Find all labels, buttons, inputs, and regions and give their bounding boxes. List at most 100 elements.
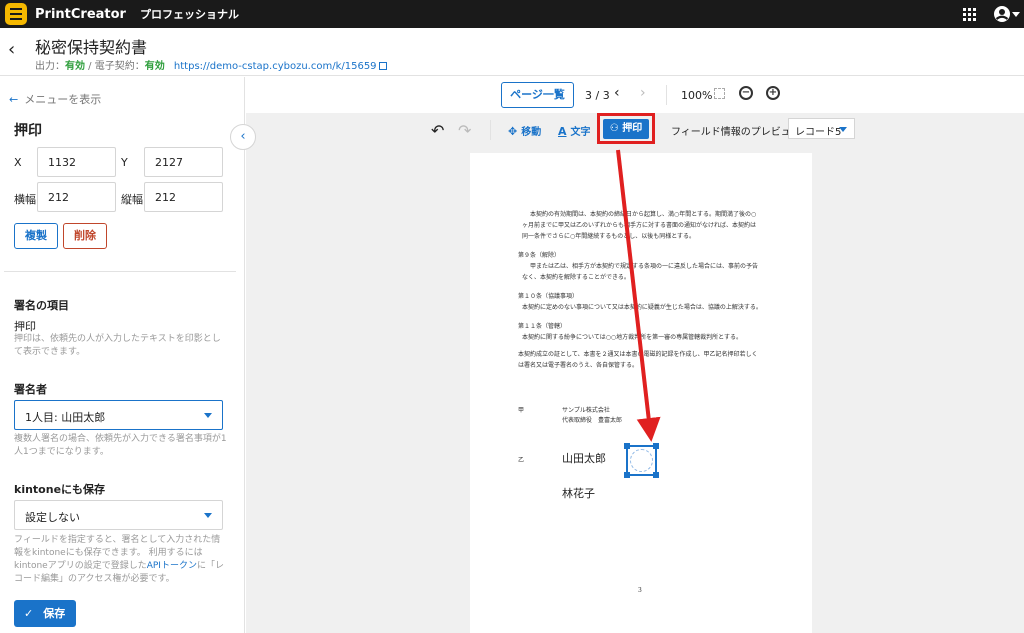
party-a-label: 甲 [518,407,525,414]
party-a-representative: 代表取締役 豊富太郎 [562,417,623,424]
doc-line: 本契約に関する紛争については○○地方裁判所を第一審の専属管轄裁判所とする。 [522,334,742,341]
api-token-link[interactable]: APIトークン [147,561,197,571]
annotation-highlight-box [597,113,655,144]
esign-status: 有効 [144,61,165,72]
y-input[interactable]: 2127 [144,147,223,177]
signer-help: 複数人署名の場合、依頼先が入力できる署名事項が1人1つまでになります。 [14,434,227,457]
collapse-panel-icon[interactable]: ‹ [230,124,256,150]
text-label: 文字 [570,127,591,138]
signature-item-help: 押印は、依頼先の人が入力したテキストを印影として表示できます。 [14,334,221,357]
properties-panel: ← メニューを表示 押印 X 1132 Y 2127 横幅 212 縦幅 212 … [0,77,245,633]
back-icon[interactable]: ‹ [8,40,26,60]
doc-line: 同一条件でさらに○年間継続するものとし、以後も同様とする。 [522,233,696,240]
signature-item-value: 押印 [14,320,36,333]
next-page-icon[interactable]: › [640,85,646,101]
kintone-help: フィールドを指定すると、署名として入力された情報をkintoneにも保存できます… [14,534,229,586]
doc-line: 第１１条（管轄） [518,323,567,330]
resize-handle[interactable] [653,443,659,449]
signer-select-value: 1人目: 山田太郎 [25,411,106,424]
field-preview-label: フィールド情報のプレビュー [671,127,801,138]
doc-line: 第１０条（協議事項） [518,293,579,300]
document-header: ‹ 秘密保持契約書 出力：有効 / 電子契約：有効 https://demo-c… [0,28,1024,76]
signer-name-2: 林花子 [562,487,595,500]
delete-button[interactable]: 削除 [63,223,107,249]
arrow-left-icon: ← [9,93,19,106]
page-list-button[interactable]: ページ一覧 [501,82,574,108]
page-toolbar: ページ一覧 3 / 3 ‹ › 100% − + [246,77,1024,113]
height-label: 縦幅 [121,193,143,206]
zoom-level: 100% [681,89,713,102]
doc-line: ヶ月前までに甲又は乙のいずれからも相手方に対する書面の通知がなければ、本契約は [522,222,757,229]
doc-line: 本契約に定めのない事項について又は本契約に疑義が生じた場合は、協議の上解決する。 [522,304,762,311]
dropdown-caret-icon [204,513,212,518]
resize-handle[interactable] [653,472,659,478]
edition-label: プロフェッショナル [139,8,239,21]
user-account-icon[interactable] [993,5,1011,23]
editor-area: ページ一覧 3 / 3 ‹ › 100% − + ↶ ↷ ✥ 移動 A 文字 ⚇ 押… [246,77,1024,633]
kintone-field-value: 設定しない [25,511,80,524]
text-icon: A [558,125,567,138]
signer-select[interactable]: 1人目: 山田太郎 [14,400,223,430]
signature-item-title: 署名の項目 [14,299,69,312]
doc-line: なく、本契約を解除することができる。 [522,274,630,281]
zoom-out-icon[interactable]: − [739,86,753,100]
move-label: 移動 [521,127,542,138]
dropdown-caret-icon [839,127,847,132]
output-status: 有効 [65,61,85,72]
text-tool[interactable]: A 文字 [558,123,591,138]
x-label: X [14,156,22,169]
kintone-save-title: kintoneにも保存 [14,483,106,496]
move-tool[interactable]: ✥ 移動 [508,123,541,138]
resize-handle[interactable] [624,472,630,478]
party-b-label: 乙 [518,457,525,464]
signer-name-1: 山田太郎 [562,452,606,465]
kintone-field-select[interactable]: 設定しない [14,500,223,530]
width-input[interactable]: 212 [37,182,116,212]
external-link-icon[interactable] [378,62,387,70]
show-menu-label: メニューを表示 [24,93,102,106]
printcreator-logo-icon [5,3,27,25]
panel-title: 押印 [14,123,42,139]
resize-handle[interactable] [624,443,630,449]
previous-page-icon[interactable]: ‹ [614,85,620,101]
move-icon: ✥ [508,125,518,138]
document-page: 本契約の有効期間は、本契約の締結日から起算し、満○年間とする。期間満了後の○ ヶ… [470,153,812,633]
signer-title: 署名者 [14,383,47,396]
doc-line: 第９条（解除） [518,252,561,259]
zoom-in-icon[interactable]: + [766,86,780,100]
doc-line: は署名又は電子署名のうえ、各自保管する。 [518,362,639,369]
record-select[interactable]: レコード5 [788,118,855,139]
divider [666,85,667,105]
height-input[interactable]: 212 [144,182,223,212]
document-title: 秘密保持契約書 [35,38,148,57]
brand-name: PrintCreator [35,6,126,22]
fit-to-screen-icon[interactable] [714,88,725,99]
stamp-circle-icon [630,449,653,472]
stamp-placeholder[interactable] [624,443,659,478]
show-menu-link[interactable]: ← メニューを表示 [9,91,101,107]
dropdown-caret-icon [204,413,212,418]
x-input[interactable]: 1132 [37,147,116,177]
apps-grid-icon[interactable] [963,8,976,21]
undo-icon[interactable]: ↶ [431,121,444,140]
divider [490,120,491,140]
esign-label: 電子契約： [94,61,145,72]
output-label: 出力： [35,61,65,72]
save-label: 保存 [43,607,66,620]
top-bar: PrintCreator プロフェッショナル [0,0,1024,28]
divider [4,271,236,272]
edit-toolbar: ↶ ↷ ✥ 移動 A 文字 ⚇ 押印 フィールド情報のプレビュー レコード5 [246,113,1024,147]
record-select-value: レコード5 [795,127,842,138]
y-label: Y [121,156,128,169]
page-number: 3 [638,587,642,594]
doc-line: 本契約の有効期間は、本契約の締結日から起算し、満○年間とする。期間満了後の○ [530,211,757,218]
doc-line: 本契約成立の証として、本書を２通又は本書の電磁的記録を作成し、甲乙記名押印若しく [518,351,758,358]
user-menu-caret-icon[interactable] [1012,12,1020,17]
document-status-line: 出力：有効 / 電子契約：有効 https://demo-cstap.cyboz… [35,57,387,72]
width-label: 横幅 [14,193,36,206]
redo-icon[interactable]: ↷ [458,121,471,140]
duplicate-button[interactable]: 複製 [14,223,58,249]
kintone-app-link[interactable]: https://demo-cstap.cybozu.com/k/15659 [174,61,377,72]
save-button[interactable]: ✓ 保存 [14,600,76,627]
status-separator: / [85,61,95,72]
